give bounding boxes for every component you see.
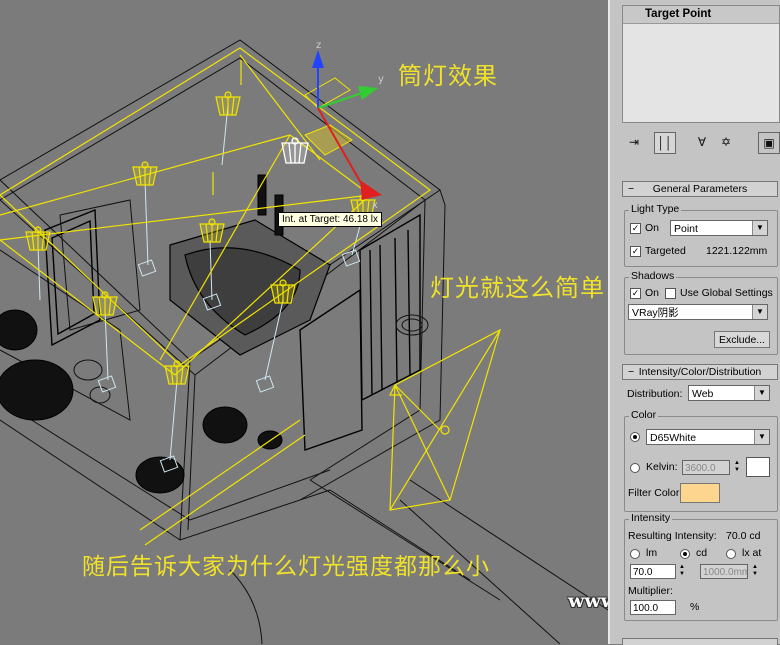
unit-lm-radio[interactable] bbox=[630, 549, 640, 559]
kelvin-color-swatch[interactable] bbox=[746, 457, 770, 477]
annotation-bottom: 随后告诉大家为什么灯光强度都那么小 bbox=[82, 554, 490, 580]
light-type-group: Light Type bbox=[624, 203, 778, 267]
chevron-down-icon: ▼ bbox=[752, 305, 767, 319]
annotation-title: 筒灯效果 bbox=[398, 62, 498, 90]
unit-lm-label: lm bbox=[646, 547, 658, 559]
show-end-result-icon[interactable]: ││ bbox=[654, 132, 676, 154]
unit-lx-label: lx at bbox=[742, 547, 762, 559]
filter-color-label: Filter Color: bbox=[628, 487, 683, 499]
color-preset-radio[interactable] bbox=[630, 432, 640, 442]
modifier-toolbar: ⇥ ││ ∀ ✡ ▣ bbox=[620, 132, 780, 154]
exclude-button[interactable]: Exclude... bbox=[714, 331, 770, 348]
distribution-label: Distribution: bbox=[627, 388, 683, 400]
z-axis-label: z bbox=[316, 40, 321, 51]
filter-color-swatch[interactable] bbox=[680, 483, 720, 503]
y-axis-label: y bbox=[378, 74, 384, 85]
use-global-label: Use Global Settings bbox=[680, 287, 773, 299]
color-group-label: Color bbox=[629, 409, 659, 421]
multiplier-input[interactable]: 100.0 bbox=[630, 600, 676, 615]
general-parameters-rollout[interactable]: − General Parameters bbox=[622, 181, 778, 197]
modifier-stack-item[interactable]: Target Point bbox=[623, 6, 779, 24]
color-preset-dropdown[interactable]: D65White ▼ bbox=[646, 429, 770, 445]
intensity-spinner-icon[interactable]: ▲ ▼ bbox=[678, 564, 686, 578]
x-axis-label: x bbox=[372, 200, 378, 211]
light-type-dropdown[interactable]: Point ▼ bbox=[670, 220, 768, 236]
shadows-label: Shadows bbox=[629, 270, 677, 282]
watermark: www.sxren.com bbox=[568, 590, 608, 612]
multiplier-label: Multiplier: bbox=[628, 585, 673, 597]
targeted-label: Targeted bbox=[645, 245, 686, 257]
configure-sets-icon[interactable]: ▣ bbox=[758, 132, 780, 154]
pin-stack-icon[interactable]: ⇥ bbox=[624, 132, 644, 152]
chevron-down-icon: ▼ bbox=[754, 430, 769, 444]
light-type-value: Point bbox=[674, 223, 698, 235]
light-type-label: Light Type bbox=[629, 203, 682, 215]
annotation-simple: 灯光就这么简单 bbox=[430, 274, 605, 302]
kelvin-label: Kelvin: bbox=[646, 461, 678, 473]
distribution-value: Web bbox=[692, 388, 714, 400]
kelvin-radio[interactable] bbox=[630, 463, 640, 473]
lx-distance-input[interactable]: 1000.0mm bbox=[700, 564, 748, 579]
kelvin-spinner-icon[interactable]: ▲ ▼ bbox=[733, 460, 741, 474]
intensity-group-label: Intensity bbox=[629, 512, 673, 524]
shadows-on-checkbox[interactable]: ✓ bbox=[630, 288, 641, 299]
command-panel: Target Point ⇥ ││ ∀ ✡ ▣ − General Parame… bbox=[608, 0, 780, 645]
use-global-checkbox[interactable] bbox=[665, 288, 676, 299]
modifier-stack[interactable]: Target Point bbox=[622, 5, 780, 123]
intensity-input[interactable]: 70.0 bbox=[630, 564, 676, 579]
remove-modifier-icon[interactable]: ✡ bbox=[716, 132, 736, 152]
target-distance: 1221.122mm bbox=[706, 245, 768, 257]
resulting-intensity-label: Resulting Intensity: bbox=[628, 530, 717, 542]
multiplier-unit: % bbox=[690, 601, 700, 613]
unit-cd-label: cd bbox=[696, 547, 708, 559]
kelvin-input[interactable]: 3600.0 bbox=[682, 460, 730, 475]
chevron-down-icon: ▼ bbox=[754, 386, 769, 400]
shadow-type-dropdown[interactable]: VRay阴影 ▼ bbox=[628, 304, 768, 320]
intensity-color-distribution-rollout[interactable]: − Intensity/Color/Distribution bbox=[622, 364, 778, 380]
intensity-tooltip: Int. at Target: 46.18 lx bbox=[278, 212, 382, 227]
chevron-down-icon: ▼ bbox=[752, 221, 767, 235]
intensity-color-distribution-title: Intensity/Color/Distribution bbox=[638, 366, 762, 378]
collapse-icon: − bbox=[628, 183, 635, 195]
general-parameters-title: General Parameters bbox=[652, 183, 748, 195]
light-on-label: On bbox=[645, 222, 660, 234]
make-unique-icon[interactable]: ∀ bbox=[692, 132, 712, 152]
light-on-checkbox[interactable]: ✓ bbox=[630, 223, 641, 234]
color-preset-value: D65White bbox=[650, 432, 697, 444]
distribution-dropdown[interactable]: Web ▼ bbox=[688, 385, 770, 401]
targeted-checkbox[interactable]: ✓ bbox=[630, 246, 641, 257]
unit-cd-radio[interactable] bbox=[680, 549, 690, 559]
collapse-icon: − bbox=[628, 366, 635, 378]
unit-lx-radio[interactable] bbox=[726, 549, 736, 559]
lx-distance-spinner-icon[interactable]: ▲ ▼ bbox=[751, 564, 759, 578]
resulting-intensity-value: 70.0 cd bbox=[726, 530, 761, 542]
shadows-on-label: On bbox=[645, 287, 660, 299]
shadow-type-value: VRay阴影 bbox=[632, 307, 679, 319]
viewport-perspective[interactable]: z y x 筒灯效果 灯光就这么简单 随后告诉大家为什么灯光强度都那么小 Int… bbox=[0, 0, 608, 644]
